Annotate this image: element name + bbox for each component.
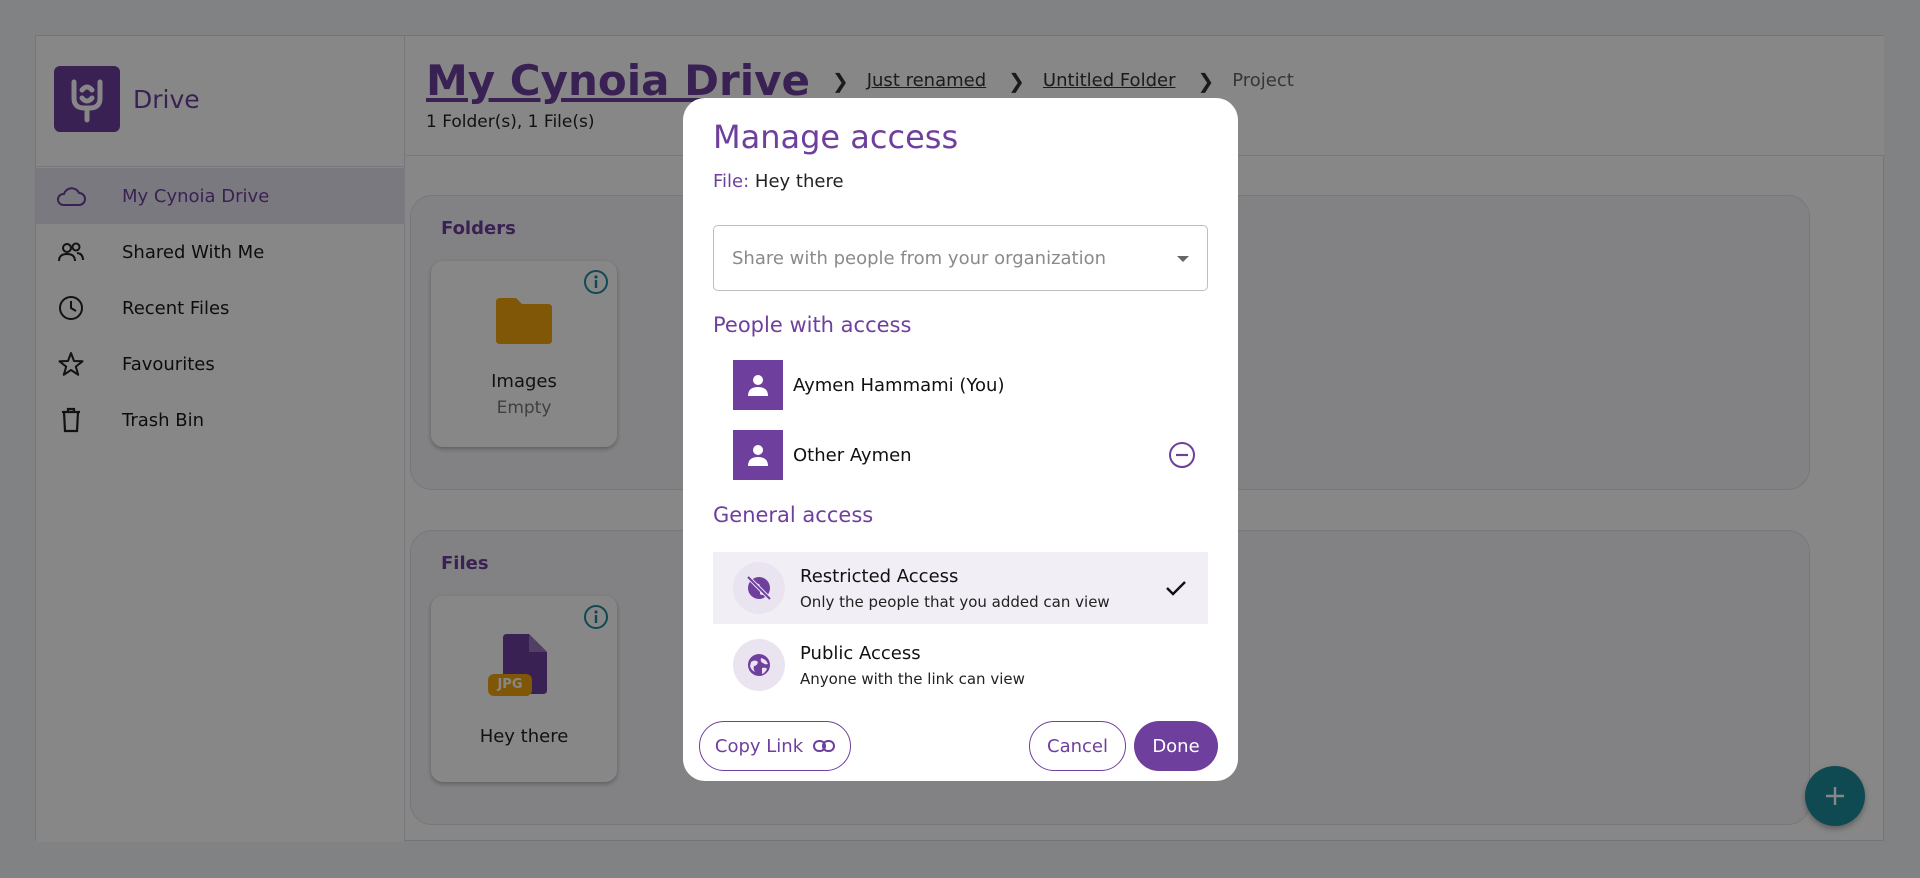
access-title: Restricted Access — [800, 565, 959, 587]
remove-access-icon[interactable] — [1168, 441, 1196, 469]
general-access-heading: General access — [713, 503, 874, 527]
dialog-file-line: File: Hey there — [713, 171, 844, 192]
cancel-button[interactable]: Cancel — [1029, 721, 1126, 771]
public-off-icon — [733, 562, 785, 614]
public-access-option[interactable]: Public Access Anyone with the link can v… — [713, 629, 1208, 701]
globe-icon — [733, 639, 785, 691]
person-name: Other Aymen — [793, 444, 912, 466]
access-text: Public Access Anyone with the link can v… — [800, 643, 1025, 688]
user-avatar-icon — [733, 360, 783, 410]
access-desc: Only the people that you added can view — [800, 592, 1110, 611]
share-placeholder: Share with people from your organization — [732, 248, 1107, 269]
file-name: Hey there — [754, 171, 844, 192]
manage-access-dialog: Manage access File: Hey there Share with… — [683, 98, 1238, 781]
copy-link-button[interactable]: Copy Link — [699, 721, 851, 771]
user-avatar-icon — [733, 430, 783, 480]
person-row: Other Aymen — [733, 430, 1208, 480]
people-with-access-heading: People with access — [713, 313, 912, 337]
done-button[interactable]: Done — [1134, 721, 1218, 771]
restricted-access-option[interactable]: Restricted Access Only the people that y… — [713, 552, 1208, 624]
access-title: Public Access — [800, 642, 921, 664]
access-desc: Anyone with the link can view — [800, 669, 1025, 688]
access-text: Restricted Access Only the people that y… — [800, 566, 1110, 611]
person-row: Aymen Hammami (You) — [733, 360, 1208, 410]
caret-down-icon — [1177, 256, 1189, 262]
file-label: File: — [713, 171, 750, 192]
share-people-select[interactable]: Share with people from your organization — [713, 225, 1208, 291]
dialog-title: Manage access — [713, 118, 959, 156]
link-icon — [813, 740, 836, 752]
copy-link-label: Copy Link — [714, 735, 804, 757]
person-name: Aymen Hammami (You) — [793, 374, 1005, 396]
check-icon — [1166, 581, 1186, 596]
